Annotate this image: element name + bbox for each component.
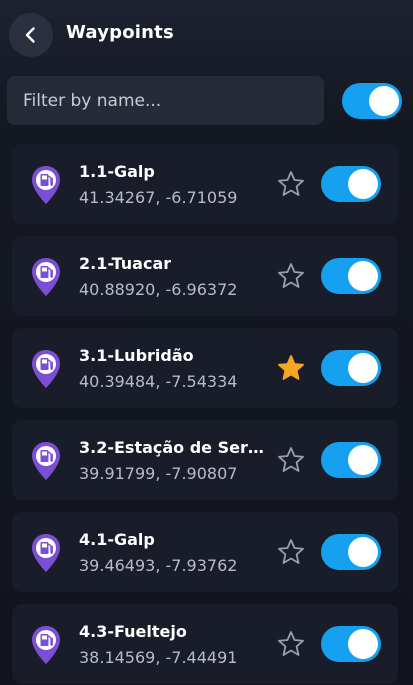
waypoint-card[interactable]: 4.3-Fueltejo 38.14569, -7.44491 (12, 604, 398, 684)
waypoint-name: 4.1-Galp (79, 530, 155, 549)
waypoint-toggle[interactable] (321, 350, 381, 386)
waypoint-toggle[interactable] (321, 442, 381, 478)
toggle-knob (348, 169, 378, 199)
fuel-pin-icon (32, 534, 60, 572)
fuel-pin-icon (32, 166, 60, 204)
favorite-star-icon[interactable] (276, 261, 306, 291)
page-title: Waypoints (66, 22, 174, 43)
waypoint-card[interactable]: 3.2-Estação de Serviço 39.91799, -7.90807 (12, 420, 398, 500)
waypoint-card[interactable]: 3.1-Lubridão 40.39484, -7.54334 (12, 328, 398, 408)
fuel-pin-icon (32, 258, 60, 296)
fuel-pin-icon (32, 626, 60, 664)
waypoint-coords: 38.14569, -7.44491 (79, 648, 238, 667)
waypoint-toggle[interactable] (321, 258, 381, 294)
favorite-star-icon[interactable] (276, 629, 306, 659)
chevron-left-icon (25, 27, 35, 43)
waypoint-coords: 39.46493, -7.93762 (79, 556, 238, 575)
waypoint-name: 3.1-Lubridão (79, 346, 194, 365)
waypoint-toggle[interactable] (321, 166, 381, 202)
waypoint-coords: 41.34267, -6.71059 (79, 188, 238, 207)
waypoint-card[interactable]: 2.1-Tuacar 40.88920, -6.96372 (12, 236, 398, 316)
waypoint-coords: 39.91799, -7.90807 (79, 464, 238, 483)
toggle-knob (348, 445, 378, 475)
waypoint-card[interactable]: 4.1-Galp 39.46493, -7.93762 (12, 512, 398, 592)
back-button[interactable] (9, 13, 53, 57)
waypoint-name: 1.1-Galp (79, 162, 155, 181)
favorite-star-icon[interactable] (276, 169, 306, 199)
waypoint-coords: 40.39484, -7.54334 (79, 372, 238, 391)
waypoint-toggle[interactable] (321, 534, 381, 570)
favorite-star-icon[interactable] (276, 353, 306, 383)
master-toggle[interactable] (342, 83, 402, 119)
header: Waypoints (0, 0, 413, 70)
waypoint-card[interactable]: 1.1-Galp 41.34267, -6.71059 (12, 144, 398, 224)
filter-input[interactable] (7, 76, 324, 125)
toggle-knob (348, 537, 378, 567)
waypoint-toggle[interactable] (321, 626, 381, 662)
toggle-knob (348, 261, 378, 291)
fuel-pin-icon (32, 350, 60, 388)
waypoint-coords: 40.88920, -6.96372 (79, 280, 238, 299)
toggle-knob (348, 629, 378, 659)
toggle-knob (348, 353, 378, 383)
favorite-star-icon[interactable] (276, 445, 306, 475)
favorite-star-icon[interactable] (276, 537, 306, 567)
waypoint-name: 4.3-Fueltejo (79, 622, 187, 641)
toggle-knob (369, 86, 399, 116)
waypoint-name: 3.2-Estação de Serviço (79, 438, 269, 457)
waypoint-name: 2.1-Tuacar (79, 254, 172, 273)
fuel-pin-icon (32, 442, 60, 480)
